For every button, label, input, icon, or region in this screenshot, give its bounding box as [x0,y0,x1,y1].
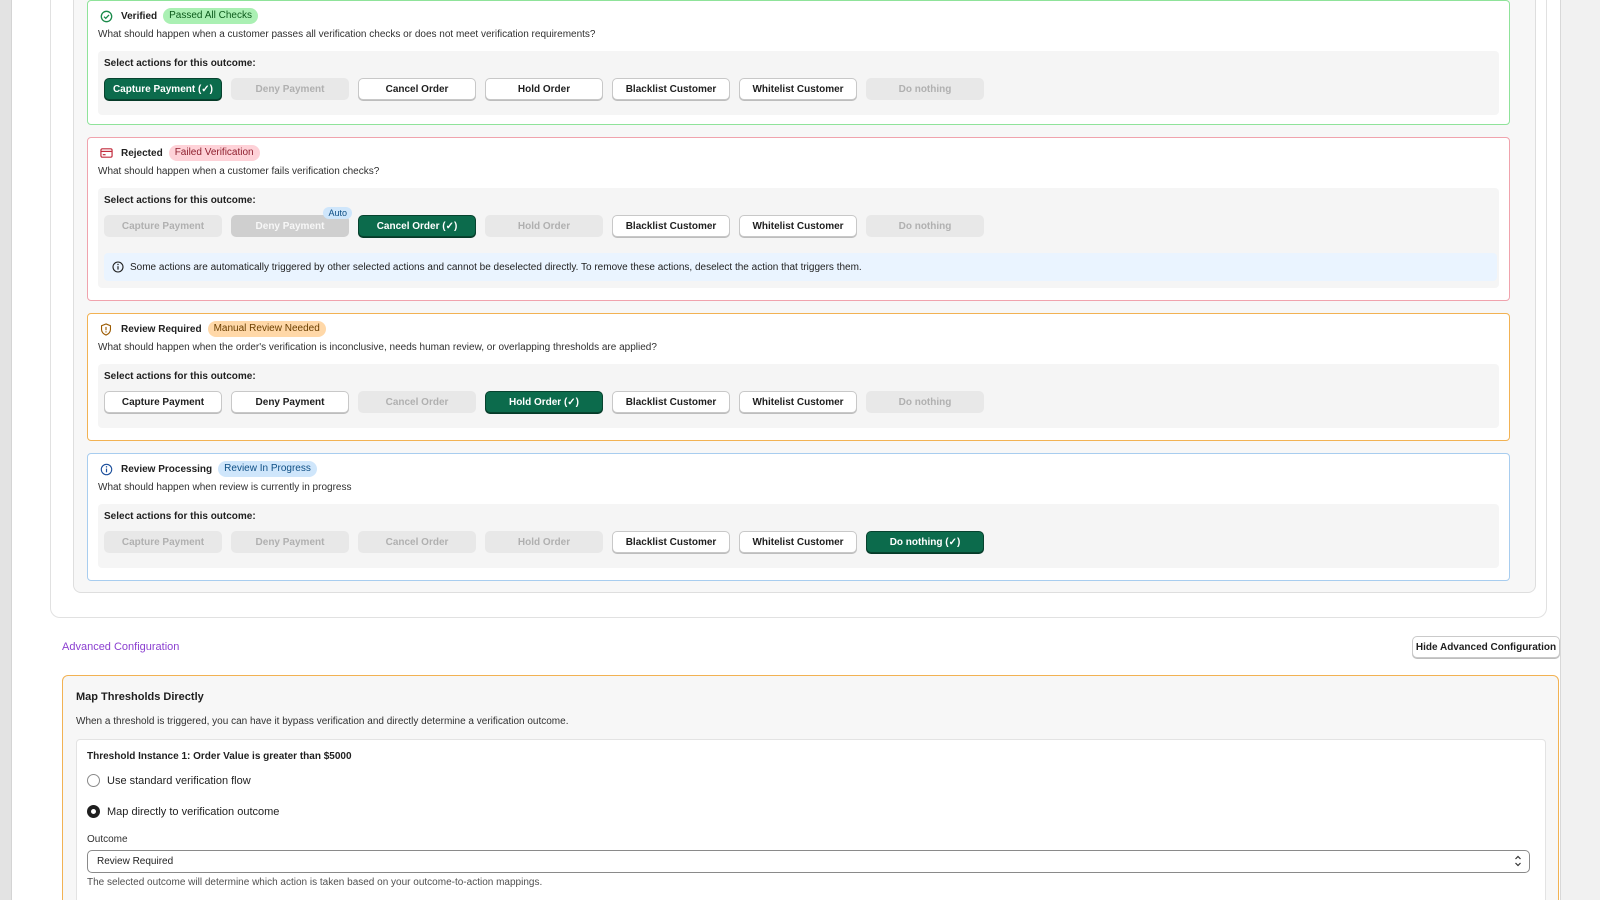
actions-box: Select actions for this outcome: Capture… [98,188,1499,288]
capture-payment-button: Capture Payment [104,531,222,553]
info-circle-icon [99,462,113,476]
radio-standard-flow[interactable]: Use standard verification flow [87,774,251,787]
actions-label: Select actions for this outcome: [104,511,256,522]
whitelist-customer-button[interactable]: Whitelist Customer [739,78,857,100]
capture-payment-button[interactable]: Capture Payment (✓) [104,78,222,100]
outcome-title: Review Processing [121,463,213,475]
deny-payment-button: Deny Payment Auto [231,207,352,237]
shield-alert-icon [99,322,113,336]
actions-label: Select actions for this outcome: [104,195,256,206]
do-nothing-button: Do nothing [866,78,984,100]
do-nothing-button: Do nothing [866,391,984,413]
actions-box: Select actions for this outcome: Capture… [98,504,1499,568]
outcome-select-value: Review Required [97,856,174,867]
deny-payment-label: Deny Payment [255,220,325,232]
do-nothing-button[interactable]: Do nothing (✓) [866,531,984,553]
capture-payment-button: Capture Payment [104,215,222,237]
actions-label: Select actions for this outcome: [104,371,256,382]
outcome-description: What should happen when the order's veri… [98,342,657,353]
credit-card-x-icon [99,146,113,160]
blacklist-customer-button[interactable]: Blacklist Customer [612,215,730,237]
outcome-title: Verified [121,10,158,22]
outcome-help-text: The selected outcome will determine whic… [87,877,543,888]
map-thresholds-card: Map Thresholds Directly When a threshold… [62,675,1559,900]
radio-button[interactable] [87,805,100,818]
actions-box: Select actions for this outcome: Capture… [98,51,1499,115]
capture-payment-button[interactable]: Capture Payment [104,391,222,413]
hold-order-button[interactable]: Hold Order (✓) [485,391,603,413]
whitelist-customer-button[interactable]: Whitelist Customer [739,215,857,237]
info-banner-text: Some actions are automatically triggered… [130,261,862,273]
auto-badge: Auto [323,207,352,219]
deny-payment-button: Deny Payment [231,531,349,553]
threshold-instance: Threshold Instance 1: Order Value is gre… [76,739,1546,900]
hold-order-button: Hold Order [485,531,603,553]
outcome-title: Review Required [121,323,202,335]
outcome-verified: Verified Passed All Checks What should h… [87,0,1510,125]
threshold-title: Threshold Instance 1: Order Value is gre… [87,751,352,762]
radio-map-directly[interactable]: Map directly to verification outcome [87,805,279,818]
cancel-order-button[interactable]: Cancel Order [358,78,476,100]
map-thresholds-title: Map Thresholds Directly [76,691,204,703]
outcome-description: What should happen when a customer fails… [98,166,380,177]
cancel-order-button[interactable]: Cancel Order (✓) [358,215,476,237]
outcome-description: What should happen when review is curren… [98,482,352,493]
cancel-order-button: Cancel Order [358,531,476,553]
outcome-field-label: Outcome [87,834,128,845]
status-badge: Manual Review Needed [207,321,326,337]
cancel-order-button: Cancel Order [358,391,476,413]
blacklist-customer-button[interactable]: Blacklist Customer [612,78,730,100]
outcome-title: Rejected [121,147,163,159]
right-rail [1560,0,1600,900]
blacklist-customer-button[interactable]: Blacklist Customer [612,531,730,553]
main-page: Verified Passed All Checks What should h… [12,0,1560,900]
actions-label: Select actions for this outcome: [104,58,256,69]
info-circle-icon [112,261,124,273]
status-badge: Review In Progress [218,461,317,477]
status-badge: Passed All Checks [163,8,258,24]
hide-advanced-configuration-button[interactable]: Hide Advanced Configuration [1412,636,1560,658]
auto-actions-info-banner: Some actions are automatically triggered… [104,253,1497,281]
radio-button[interactable] [87,774,100,787]
actions-box: Select actions for this outcome: Capture… [98,364,1499,428]
deny-payment-button: Deny Payment [231,78,349,100]
outcome-description: What should happen when a customer passe… [98,29,596,40]
outcome-review-required: Review Required Manual Review Needed Wha… [87,313,1510,441]
radio-label: Map directly to verification outcome [107,805,280,818]
map-thresholds-description: When a threshold is triggered, you can h… [76,716,569,727]
whitelist-customer-button[interactable]: Whitelist Customer [739,531,857,553]
left-rail [0,0,11,900]
do-nothing-button: Do nothing [866,215,984,237]
outcome-rejected: Rejected Failed Verification What should… [87,137,1510,301]
check-circle-icon [99,9,113,23]
radio-label: Use standard verification flow [107,774,251,787]
outcome-select[interactable]: Review Required [87,850,1530,873]
outcome-review-processing: Review Processing Review In Progress Wha… [87,453,1510,581]
status-badge: Failed Verification [168,145,260,161]
hold-order-button[interactable]: Hold Order [485,78,603,100]
whitelist-customer-button[interactable]: Whitelist Customer [739,391,857,413]
blacklist-customer-button[interactable]: Blacklist Customer [612,391,730,413]
deny-payment-button[interactable]: Deny Payment [231,391,349,413]
hold-order-button: Hold Order [485,215,603,237]
advanced-configuration-link[interactable]: Advanced Configuration [62,641,179,653]
chevron-up-down-icon [1514,854,1522,868]
